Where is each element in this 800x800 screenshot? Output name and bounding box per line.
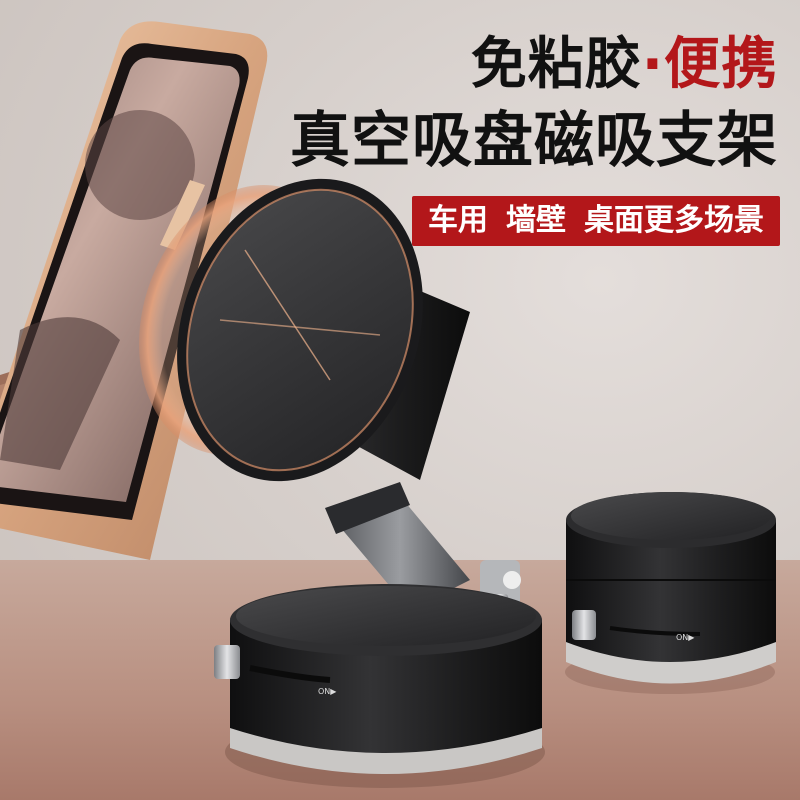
scenario-tag-desk: 桌面更多场景 <box>584 203 764 238</box>
on-indicator-label: ON▶ <box>318 687 337 696</box>
headline-feature-2: 便携 <box>664 32 778 97</box>
headline-line-1: 免粘胶·便携 <box>471 30 778 100</box>
on-indicator-label-secondary: ON▶ <box>676 633 695 642</box>
headline-separator: · <box>641 32 664 97</box>
product-image: ON▶ ON▶ 免粘胶·便携 真空吸盘磁吸支架 车用 墙壁 桌面更多场景 <box>0 0 800 800</box>
headline-line-2: 真空吸盘磁吸支架 <box>290 106 778 176</box>
headline-feature-1: 免粘胶 <box>470 32 642 97</box>
suction-base-main: ON▶ <box>214 584 545 788</box>
suction-base-secondary: ON▶ <box>565 492 776 694</box>
scenario-tag-wall: 墙壁 <box>506 203 566 238</box>
usage-scenarios-banner: 车用 墙壁 桌面更多场景 <box>412 196 780 246</box>
scenario-tag-car: 车用 <box>428 203 488 238</box>
